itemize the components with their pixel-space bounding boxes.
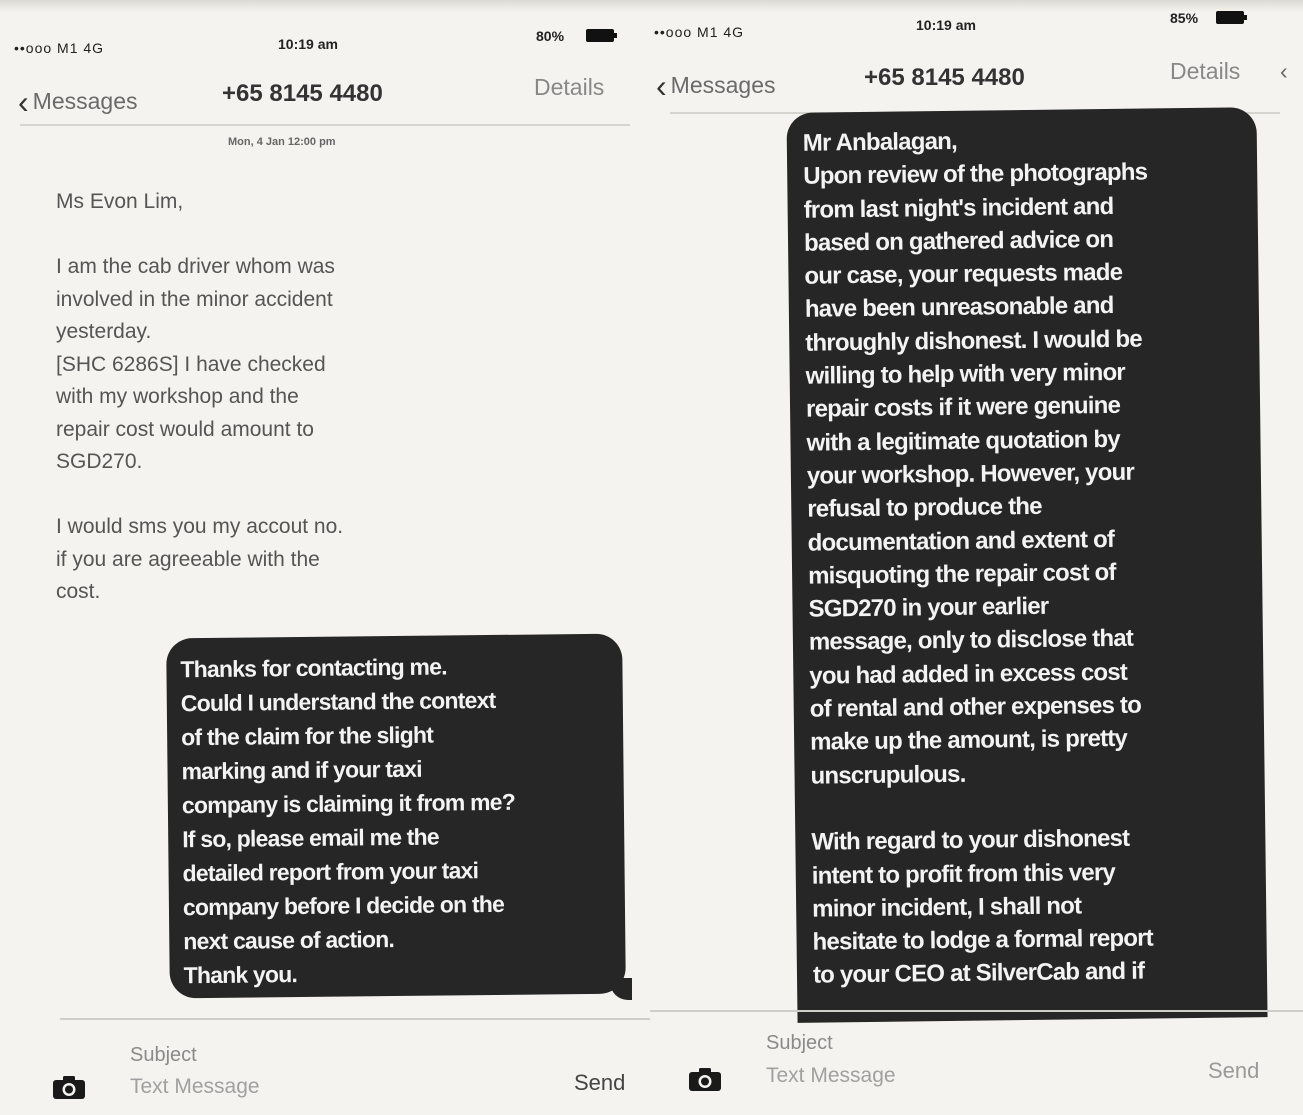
carrier-signal: ••ooo M1 4G (654, 24, 745, 40)
message-timestamp: Mon, 4 Jan 12:00 pm (228, 136, 336, 148)
subject-field[interactable]: Subject (130, 1044, 197, 1067)
chevron-left-icon: ‹ (18, 84, 29, 120)
battery-percent: 85% (1170, 10, 1199, 26)
contact-number: +65 8145 4480 (864, 64, 1025, 91)
bubble-tail (610, 978, 632, 1000)
battery-icon (586, 29, 617, 42)
camera-icon[interactable] (688, 1068, 722, 1092)
camera-icon[interactable] (52, 1076, 86, 1100)
back-button[interactable]: ‹ Messages (656, 68, 775, 105)
incoming-message: Ms Evon Lim, I am the cab driver whom wa… (56, 190, 344, 603)
details-button[interactable]: Details (1170, 58, 1240, 85)
text-message-field[interactable]: Text Message (766, 1064, 896, 1088)
left-message-screen: ••ooo M1 4G 10:19 am 80% ‹ Messages +65 8… (0, 0, 650, 1115)
status-time: 10:19 am (278, 36, 338, 52)
chevron-left-icon: ‹ (656, 68, 667, 104)
back-button[interactable]: ‹ Messages (18, 84, 137, 121)
back-label: Messages (670, 72, 776, 98)
send-button[interactable]: Send (574, 1070, 625, 1096)
right-message-screen: ••ooo M1 4G 10:19 am 85% ‹ Messages +65 8… (650, 0, 1303, 1115)
outgoing-message-bubble: Mr Anbalagan, Upon review of the photogr… (786, 107, 1268, 1023)
contact-number: +65 8145 4480 (222, 80, 383, 107)
details-button[interactable]: Details (534, 74, 604, 101)
chevron-left-icon: ‹ (1280, 58, 1288, 84)
input-divider (650, 1010, 1303, 1012)
send-button[interactable]: Send (1208, 1058, 1259, 1084)
status-time: 10:19 am (916, 17, 976, 33)
nav-divider (20, 124, 630, 126)
outgoing-message-bubble: Thanks for contacting me. Could I unders… (166, 633, 626, 999)
input-divider (60, 1018, 650, 1020)
battery-percent: 80% (536, 28, 565, 44)
battery-icon (1216, 11, 1247, 24)
carrier-signal: ••ooo M1 4G (14, 40, 105, 56)
back-label: Messages (32, 88, 138, 114)
text-message-field[interactable]: Text Message (130, 1075, 260, 1099)
subject-field[interactable]: Subject (766, 1032, 833, 1055)
